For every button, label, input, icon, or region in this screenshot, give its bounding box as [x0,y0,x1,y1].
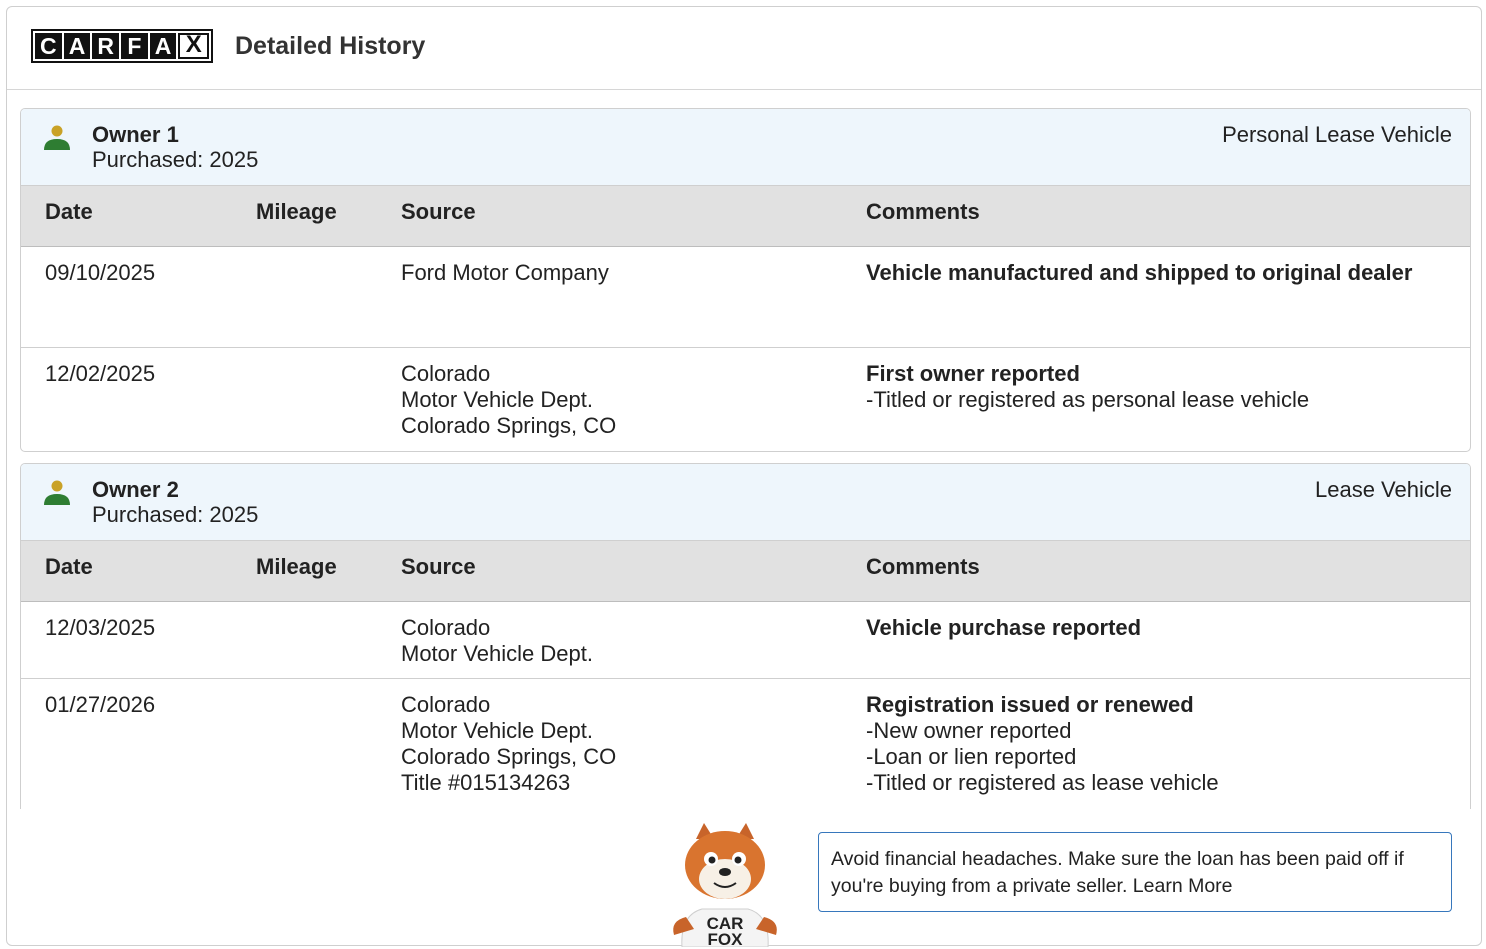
source-cell: Colorado Motor Vehicle Dept. Colorado Sp… [401,361,616,439]
source-line: Ford Motor Company [401,260,609,285]
owner-header: Owner 2 Purchased: 2025 Lease Vehicle [21,464,1470,541]
shirt-text-line-2: FOX [708,930,744,947]
owner-purchased: Purchased: 2025 [92,502,259,527]
owner-purchased: Purchased: 2025 [92,147,259,172]
source-line: Colorado [401,361,491,386]
comment-item: -Loan or lien reported [866,744,1077,769]
comment-item: -New owner reported [866,718,1072,743]
table-header: Date Mileage Source Comments [21,186,1470,247]
column-header-date: Date [45,199,93,224]
owner-header: Owner 1 Purchased: 2025 Personal Lease V… [21,109,1470,186]
comments-cell: Registration issued or renewed -New owne… [866,692,1426,796]
comments-cell: First owner reported -Titled or register… [866,361,1426,413]
carfax-logo[interactable]: C A R F A X [31,29,213,63]
column-header-comments: Comments [866,199,980,224]
source-cell: Colorado Motor Vehicle Dept. Colorado Sp… [401,692,616,796]
date-cell: 12/03/2025 [45,615,156,640]
column-header-mileage: Mileage [256,554,337,579]
comment-title: First owner reported [866,361,1080,386]
comment-item: -Titled or registered as lease vehicle [866,770,1219,795]
comment-title: Registration issued or renewed [866,692,1194,717]
logo-letter: A [149,33,177,59]
logo-letter: R [92,33,120,59]
comments-cell: Vehicle purchase reported [866,615,1426,641]
date-cell: 01/27/2026 [45,692,156,717]
comment-title: Vehicle manufactured and shipped to orig… [866,260,1413,285]
source-line: Motor Vehicle Dept. [401,641,593,666]
page-title: Detailed History [235,32,426,60]
date-cell: 12/02/2025 [45,361,156,386]
source-line: Colorado Springs, CO [401,413,617,438]
tip-box: Avoid financial headaches. Make sure the… [818,832,1452,912]
owner-section: Owner 2 Purchased: 2025 Lease Vehicle Da… [20,463,1471,809]
column-header-mileage: Mileage [256,199,337,224]
comment-title: Vehicle purchase reported [866,615,1142,640]
owner-section: Owner 1 Purchased: 2025 Personal Lease V… [20,108,1471,452]
comments-cell: Vehicle manufactured and shipped to orig… [866,260,1426,286]
column-header-source: Source [401,554,476,579]
source-line: Motor Vehicle Dept. [401,718,593,743]
owner-name: Owner 2 [92,477,179,502]
tip-area: CAR FOX Avoid financial headaches. Make … [20,809,1471,949]
source-cell: Ford Motor Company [401,260,609,286]
table-row: 09/10/2025 Ford Motor Company Vehicle ma… [21,247,1470,348]
table-row: 12/02/2025 Colorado Motor Vehicle Dept. … [21,348,1470,451]
tip-text: Avoid financial headaches. Make sure the… [831,848,1404,897]
logo-letter: F [121,33,148,59]
source-line: Colorado Springs, CO [401,744,617,769]
column-header-date: Date [45,554,93,579]
logo-letter: C [35,33,62,59]
owner-name: Owner 1 [92,122,179,147]
person-icon [44,125,70,150]
column-header-comments: Comments [866,554,980,579]
source-line: Title #015134263 [401,770,571,795]
logo-letter: X [178,33,210,59]
comment-item: -Titled or registered as personal lease … [866,387,1310,412]
table-header: Date Mileage Source Comments [21,541,1470,602]
table-row: 01/27/2026 Colorado Motor Vehicle Dept. … [21,679,1470,809]
person-icon [44,480,70,505]
owner-type: Personal Lease Vehicle [1222,122,1452,147]
date-cell: 09/10/2025 [45,260,156,285]
source-line: Colorado [401,692,491,717]
source-line: Motor Vehicle Dept. [401,387,593,412]
learn-more-link[interactable]: Learn More [1133,875,1233,897]
report-frame: C A R F A X Detailed History Owner 1 Pur… [6,6,1482,949]
logo-letter: A [63,33,91,59]
column-header-source: Source [401,199,476,224]
source-line: Colorado [401,615,491,640]
source-cell: Colorado Motor Vehicle Dept. [401,615,593,667]
owner-type: Lease Vehicle [1315,477,1452,502]
table-row: 12/03/2025 Colorado Motor Vehicle Dept. … [21,602,1470,679]
report-header: C A R F A X Detailed History [7,7,1481,90]
